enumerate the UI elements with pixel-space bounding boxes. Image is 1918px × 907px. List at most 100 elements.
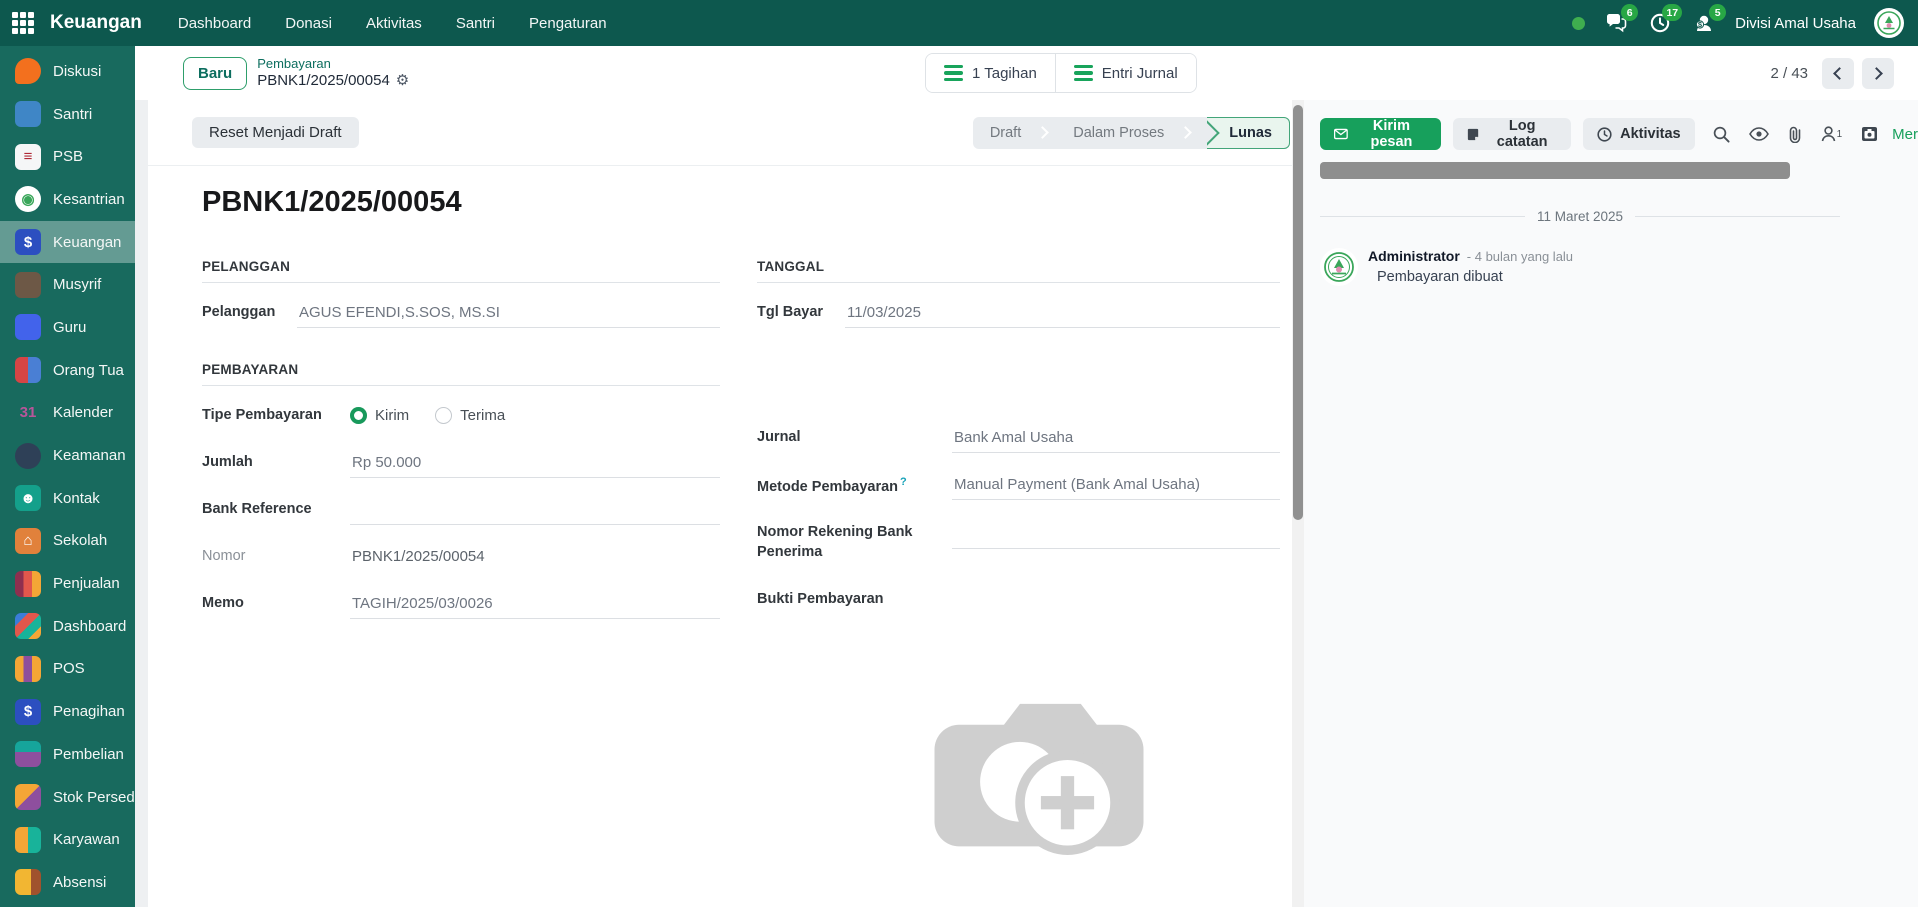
sidebar-item-psb[interactable]: ≡ PSB <box>0 135 135 178</box>
status-step-draft[interactable]: Draft <box>973 117 1056 149</box>
employees-icon <box>15 827 41 853</box>
sidebar-item-pos[interactable]: POS <box>0 648 135 691</box>
eye-icon[interactable] <box>1749 127 1769 141</box>
app-title[interactable]: Keuangan <box>50 12 142 34</box>
teacher-icon <box>15 314 41 340</box>
sidebar-item-keuangan[interactable]: $ Keuangan <box>0 221 135 264</box>
radio-kirim[interactable]: Kirim <box>350 407 409 424</box>
radio-selected-icon <box>350 407 367 424</box>
tgl-bayar-input[interactable]: 11/03/2025 <box>845 301 1280 328</box>
top-menu-aktivitas[interactable]: Aktivitas <box>366 15 422 32</box>
radio-unselected-icon <box>435 407 452 424</box>
sidebar-item-sekolah[interactable]: ⌂ Sekolah <box>0 520 135 563</box>
sidebar-item-penagihan[interactable]: $ Penagihan <box>0 690 135 733</box>
log-note-button[interactable]: Log catatan <box>1453 118 1571 150</box>
section-pelanggan: PELANGGAN <box>202 259 720 283</box>
sidebar-item-kalender[interactable]: 31 Kalender <box>0 392 135 435</box>
section-tanggal: TANGGAL <box>757 259 1280 283</box>
help-icon[interactable]: ? <box>900 476 907 488</box>
top-menu-santri[interactable]: Santri <box>456 15 495 32</box>
form-sheet: PBNK1/2025/00054 PELANGGAN Pelanggan AGU… <box>148 166 1292 876</box>
top-menu-dashboard[interactable]: Dashboard <box>178 15 251 32</box>
sidebar-item-guru[interactable]: Guru <box>0 306 135 349</box>
sidebar-item-pembelian[interactable]: Pembelian <box>0 733 135 776</box>
user-menu[interactable]: Divisi Amal Usaha <box>1735 15 1856 32</box>
sidebar-item-orang-tua[interactable]: Orang Tua <box>0 349 135 392</box>
follow-button[interactable]: Mer <box>1892 126 1918 143</box>
composer-skeleton-bar <box>1320 162 1790 179</box>
author-avatar[interactable] <box>1320 248 1358 286</box>
paperclip-icon[interactable] <box>1788 126 1802 143</box>
pager-next-button[interactable] <box>1862 58 1894 89</box>
sidebar-item-keamanan[interactable]: Keamanan <box>0 434 135 477</box>
snapshot-icon[interactable] <box>1861 126 1878 142</box>
chat-bubble-icon <box>15 58 41 84</box>
field-tipe-pembayaran: Tipe Pembayaran Kirim Terima <box>202 404 720 431</box>
sidebar-item-musyrif[interactable]: Musyrif <box>0 263 135 306</box>
sidebar-item-stok-persediaan[interactable]: Stok Persediaan <box>0 776 135 819</box>
sidebar-item-diskusi[interactable]: Diskusi <box>0 50 135 93</box>
apps-menu-icon[interactable] <box>12 12 34 34</box>
camera-plus-placeholder-icon[interactable] <box>924 683 1154 876</box>
metode-pembayaran-input[interactable]: Manual Payment (Bank Amal Usaha) <box>952 473 1280 500</box>
breadcrumb-current: PBNK1/2025/00054 <box>257 72 390 89</box>
chevron-right-icon <box>1870 67 1883 80</box>
chevron-left-icon <box>1833 67 1846 80</box>
gear-icon[interactable]: ⚙ <box>396 72 409 89</box>
entri-jurnal-smart-button[interactable]: Entri Jurnal <box>1055 54 1196 92</box>
vertical-scrollbar[interactable] <box>1292 100 1304 907</box>
tagihan-smart-button[interactable]: 1 Tagihan <box>926 54 1055 92</box>
activities-badge: 17 <box>1662 4 1682 21</box>
control-bar: Baru Pembayaran PBNK1/2025/00054 ⚙ 1 Tag… <box>135 46 1918 100</box>
top-menu-donasi[interactable]: Donasi <box>285 15 332 32</box>
memo-input[interactable]: TAGIH/2025/03/0026 <box>350 592 720 619</box>
envelope-icon <box>1334 128 1348 140</box>
bank-reference-input[interactable] <box>350 498 720 525</box>
pager-previous-button[interactable] <box>1822 58 1854 89</box>
sidebar-item-santri[interactable]: Santri <box>0 93 135 136</box>
messages-icon[interactable]: 6 <box>1603 11 1629 35</box>
radio-terima[interactable]: Terima <box>435 407 505 424</box>
followers-icon[interactable]: 1 <box>1821 126 1843 142</box>
sidebar-item-karyawan[interactable]: Karyawan <box>0 818 135 861</box>
pos-icon <box>15 656 41 682</box>
sidebar-item-kontak[interactable]: ☻ Kontak <box>0 477 135 520</box>
sidebar-item-absensi[interactable]: Absensi <box>0 861 135 904</box>
app-window: Keuangan Dashboard Donasi Aktivitas Santri P… <box>0 0 1918 907</box>
breadcrumb-parent[interactable]: Pembayaran <box>257 57 409 72</box>
security-icon <box>15 443 41 469</box>
top-menu-pengaturan[interactable]: Pengaturan <box>529 15 607 32</box>
search-messages-icon[interactable] <box>1713 126 1730 143</box>
payment-requests-icon[interactable]: $ 5 <box>1691 11 1717 35</box>
message-item: Administrator - 4 bulan yang lalu Pembay… <box>1320 248 1860 286</box>
status-step-dalam-proses[interactable]: Dalam Proses <box>1056 117 1207 149</box>
user-avatar[interactable] <box>1874 8 1904 38</box>
pager-value: 2 / 43 <box>1770 65 1808 82</box>
messages-badge: 6 <box>1621 4 1638 21</box>
presence-indicator-icon <box>1572 17 1585 30</box>
clock-icon <box>1597 127 1612 142</box>
scrollbar-thumb[interactable] <box>1293 105 1303 520</box>
list-icon <box>1074 65 1093 82</box>
reset-to-draft-button[interactable]: Reset Menjadi Draft <box>192 117 359 148</box>
new-button[interactable]: Baru <box>183 57 247 90</box>
breadcrumb: Pembayaran PBNK1/2025/00054 ⚙ <box>257 57 409 89</box>
send-message-button[interactable]: Kirim pesan <box>1320 118 1441 150</box>
pelanggan-input[interactable]: AGUS EFENDI,S.SOS, MS.SI <box>297 301 720 328</box>
field-tgl-bayar: Tgl Bayar 11/03/2025 <box>757 301 1280 328</box>
jurnal-input[interactable]: Bank Amal Usaha <box>952 426 1280 453</box>
field-metode-pembayaran: Metode Pembayaran? Manual Payment (Bank … <box>757 473 1280 500</box>
field-memo: Memo TAGIH/2025/03/0026 <box>202 592 720 619</box>
rekening-input[interactable] <box>952 522 1280 549</box>
note-icon <box>1467 127 1479 142</box>
smart-button-group: 1 Tagihan Entri Jurnal <box>925 53 1197 93</box>
activities-clock-icon[interactable]: 17 <box>1647 11 1673 35</box>
sidebar-item-penjualan[interactable]: Penjualan <box>0 562 135 605</box>
sidebar-item-kesantrian[interactable]: ◉ Kesantrian <box>0 178 135 221</box>
status-step-lunas[interactable]: Lunas <box>1207 117 1290 149</box>
activity-button[interactable]: Aktivitas <box>1583 118 1694 150</box>
jumlah-input[interactable]: Rp 50.000 <box>350 451 720 478</box>
field-jurnal: Jurnal Bank Amal Usaha <box>757 426 1280 453</box>
sidebar-item-dashboard[interactable]: Dashboard <box>0 605 135 648</box>
message-author[interactable]: Administrator <box>1368 248 1460 264</box>
